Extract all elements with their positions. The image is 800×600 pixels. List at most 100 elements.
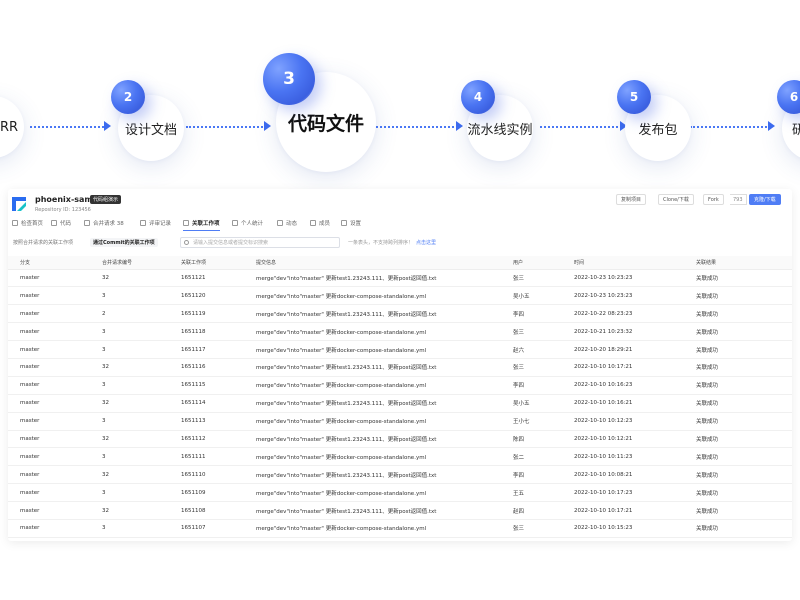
commit-message-cell[interactable]: merge"dev"into"master" 更新test1.23243.111… [256, 304, 513, 324]
merge-request-cell[interactable]: 3 [102, 286, 181, 306]
commit-message-cell[interactable]: merge"dev"into"master" 更新test1.23243.111… [256, 465, 513, 485]
table-row[interactable]: master 32 1651114 merge"dev"into"master" 更新… [8, 394, 792, 413]
table-row[interactable]: master 32 1651110 merge"dev"into"master" 更新… [8, 465, 792, 485]
merge-request-cell[interactable]: 3 [102, 322, 181, 342]
commit-message-cell[interactable]: merge"dev"into"master" 更新test1.23243.111… [256, 358, 513, 377]
merge-request-cell[interactable]: 3 [102, 447, 181, 467]
merge-request-cell[interactable]: 32 [102, 501, 181, 520]
work-item-cell[interactable]: 1651116 [181, 358, 256, 377]
copy-project-label: 复制项目 [621, 197, 642, 203]
work-item-cell[interactable]: 1651109 [181, 483, 256, 503]
work-item-cell[interactable]: 1651113 [181, 412, 256, 431]
tab-code[interactable]: 代码 [51, 219, 71, 227]
commit-message-cell[interactable]: merge"dev"into"master" 更新test1.23243.111… [256, 394, 513, 413]
hint-message: 一条表头，不支持跨列排序！ [348, 240, 414, 246]
commit-message-cell[interactable]: merge"dev"into"master" 更新docker-compose-… [256, 340, 513, 359]
work-item-cell[interactable]: 1651111 [181, 447, 256, 467]
table-row[interactable]: master 3 1651113 merge"dev"into"master" 更新d… [8, 412, 792, 431]
flow-arrow-icon [768, 121, 775, 131]
clone-download-button[interactable]: 克隆/下载 [749, 194, 781, 205]
table-row[interactable]: master 3 1651115 merge"dev"into"master" 更新d… [8, 376, 792, 395]
commit-message-cell[interactable]: merge"dev"into"master" 更新docker-compose-… [256, 483, 513, 503]
merge-request-cell[interactable]: 32 [102, 269, 181, 288]
tab-members[interactable]: 成员 [310, 219, 330, 227]
commit-message-cell[interactable]: merge"dev"into"master" 更新test1.23243.111… [256, 501, 513, 520]
search-input[interactable]: 请输入提交信息或者提交标识搜索 [180, 237, 340, 248]
work-item-cell[interactable]: 1651115 [181, 376, 256, 395]
column-header[interactable]: 关联工作项 [181, 256, 256, 270]
hint-link[interactable]: 点击这里 [416, 240, 436, 246]
merge-request-cell[interactable]: 32 [102, 394, 181, 413]
work-item-cell[interactable]: 1651120 [181, 286, 256, 306]
merge-request-cell[interactable]: 32 [102, 358, 181, 377]
table-row[interactable]: master 32 1651121 merge"dev"into"master" 更新… [8, 269, 792, 288]
column-header[interactable]: 时间 [574, 256, 696, 270]
tab-linked-work-items[interactable]: 关联工作项 [183, 219, 220, 231]
table-row[interactable]: master 32 1651112 merge"dev"into"master" 更新… [8, 430, 792, 449]
commit-message-cell[interactable]: merge"dev"into"master" 更新test1.23243.111… [256, 430, 513, 449]
work-item-cell[interactable]: 1651107 [181, 519, 256, 538]
table-row[interactable]: master 3 1651107 merge"dev"into"master" 更新d… [8, 519, 792, 538]
tab-label: 设置 [350, 221, 362, 227]
work-item-cell[interactable]: 1651119 [181, 304, 256, 324]
clone-label: Clone/下载 [663, 197, 689, 203]
fork-count: 793 [730, 194, 747, 205]
merge-request-cell[interactable]: 3 [102, 340, 181, 359]
table-row[interactable]: master 2 1651119 merge"dev"into"master" 更新t… [8, 304, 792, 324]
merge-request-cell[interactable]: 3 [102, 376, 181, 395]
table-row[interactable]: master 32 1651116 merge"dev"into"master" 更新… [8, 358, 792, 377]
column-header[interactable]: 合并请求编号 [102, 256, 181, 270]
commit-message-cell[interactable]: merge"dev"into"master" 更新test1.23243.111… [256, 269, 513, 288]
tab-settings[interactable]: 设置 [341, 219, 361, 227]
merge-request-cell[interactable]: 3 [102, 519, 181, 538]
time-cell: 2022-10-23 10:23:23 [574, 269, 696, 288]
link-result-cell: 关联成功 [696, 322, 792, 342]
copy-project-button[interactable]: 复制项目 [616, 194, 647, 205]
column-header[interactable]: 分支 [8, 256, 102, 270]
commit-message-cell[interactable]: merge"dev"into"master" 更新docker-compose-… [256, 519, 513, 538]
work-item-cell[interactable]: 1651121 [181, 269, 256, 288]
clone-button[interactable]: Clone/下载 [658, 194, 694, 205]
table-row[interactable]: master 3 1651109 merge"dev"into"master" 更新d… [8, 483, 792, 503]
hint-text: 一条表头，不支持跨列排序！ 点击这里 [348, 239, 436, 246]
fork-button[interactable]: Fork [703, 194, 724, 205]
merge-request-cell[interactable]: 3 [102, 412, 181, 431]
review-icon [140, 220, 146, 226]
merge-request-cell[interactable]: 32 [102, 465, 181, 485]
work-item-cell[interactable]: 1651117 [181, 340, 256, 359]
work-item-cell[interactable]: 1651108 [181, 501, 256, 520]
flow-connector [30, 126, 108, 128]
step-1[interactable]: RR [0, 96, 24, 158]
column-header[interactable]: 关联结果 [696, 256, 792, 270]
column-header[interactable]: 用户 [513, 256, 574, 270]
table-row[interactable]: master 32 1651108 merge"dev"into"master" 更新… [8, 501, 792, 520]
filter-by-commit[interactable]: 通过Commit的关联工作项 [90, 238, 158, 247]
filter-by-merge-request[interactable]: 按照合并请求的关联工作项 [10, 238, 76, 247]
repo-badge: 代码组演示 [90, 195, 122, 204]
merge-request-cell[interactable]: 3 [102, 483, 181, 503]
tab-statistics[interactable]: 个人统计 [232, 219, 263, 227]
work-item-cell[interactable]: 1651112 [181, 430, 256, 449]
time-cell: 2022-10-10 10:17:21 [574, 358, 696, 377]
commit-message-cell[interactable]: merge"dev"into"master" 更新docker-compose-… [256, 376, 513, 395]
table-header-row: 分支 合并请求编号 关联工作项 提交信息 用户 时间 关联结果 [8, 256, 792, 270]
tab-reviews[interactable]: 评审记录 [140, 219, 171, 227]
table-row[interactable]: master 3 1651120 merge"dev"into"master" 更新d… [8, 286, 792, 306]
work-item-cell[interactable]: 1651110 [181, 465, 256, 485]
merge-request-cell[interactable]: 32 [102, 430, 181, 449]
commit-message-cell[interactable]: merge"dev"into"master" 更新docker-compose-… [256, 447, 513, 467]
column-header[interactable]: 提交信息 [256, 256, 513, 270]
table-row[interactable]: master 3 1651118 merge"dev"into"master" 更新d… [8, 322, 792, 342]
table-row[interactable]: master 3 1651111 merge"dev"into"master" 更新d… [8, 447, 792, 467]
table-row[interactable]: master 3 1651117 merge"dev"into"master" 更新d… [8, 340, 792, 359]
tab-overview[interactable]: 检查首页 [12, 219, 43, 227]
work-item-cell[interactable]: 1651118 [181, 322, 256, 342]
work-item-cell[interactable]: 1651114 [181, 394, 256, 413]
commit-message-cell[interactable]: merge"dev"into"master" 更新docker-compose-… [256, 322, 513, 342]
tab-merge-requests[interactable]: 合并请求 38 [84, 219, 124, 227]
commit-message-cell[interactable]: merge"dev"into"master" 更新docker-compose-… [256, 286, 513, 306]
tab-activity[interactable]: 动态 [277, 219, 297, 227]
commit-message-cell[interactable]: merge"dev"into"master" 更新docker-compose-… [256, 412, 513, 431]
merge-request-cell[interactable]: 2 [102, 304, 181, 324]
user-cell: 王小七 [513, 412, 574, 431]
